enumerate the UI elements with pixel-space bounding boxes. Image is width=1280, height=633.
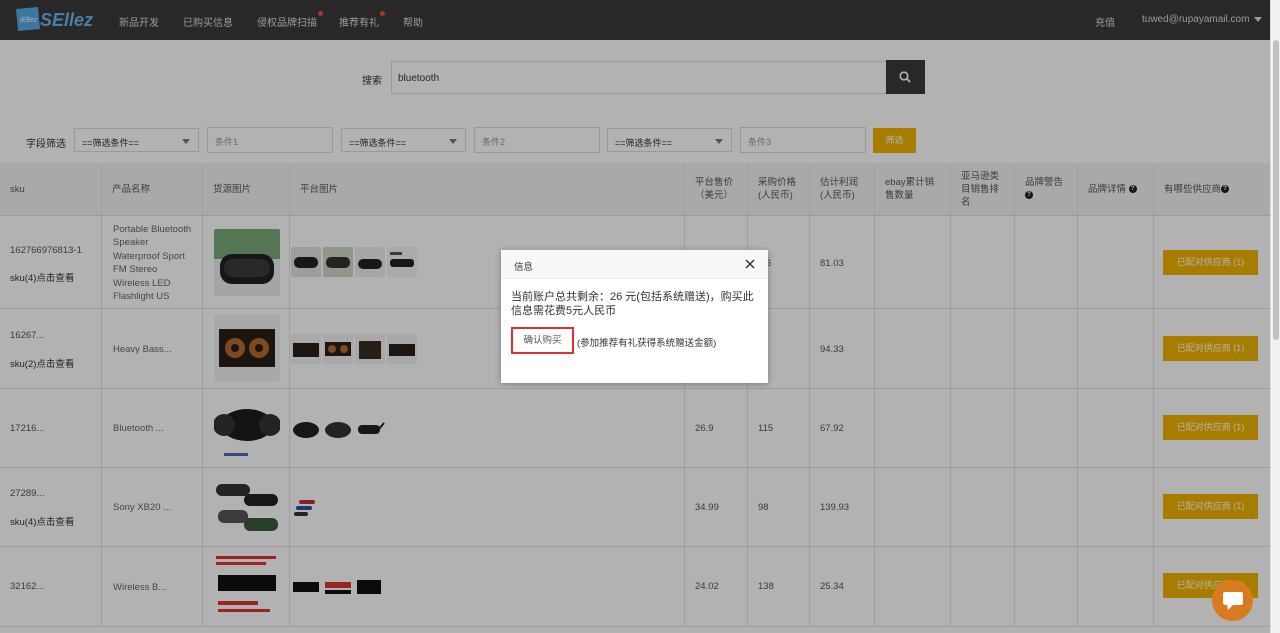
dialog-message: 当前账户总共剩余：26 元(包括系统赠送)，购买此信息需花费5元人民币 <box>511 291 754 317</box>
confirm-purchase-button[interactable]: 确认购买 <box>511 327 574 354</box>
chat-icon <box>1223 592 1243 610</box>
page-scrollbar[interactable] <box>1270 0 1280 633</box>
dialog-header: 信息 <box>501 250 768 279</box>
dialog-title: 信息 <box>514 262 534 273</box>
scrollbar-thumb[interactable] <box>1273 40 1279 340</box>
dialog-note: (参加推荐有礼获得系统赠送金额) <box>577 338 717 349</box>
info-dialog: 信息 当前账户总共剩余：26 元(包括系统赠送)，购买此信息需花费5元人民币 确… <box>501 250 768 383</box>
chat-button[interactable] <box>1212 580 1253 621</box>
close-icon[interactable] <box>744 258 756 270</box>
